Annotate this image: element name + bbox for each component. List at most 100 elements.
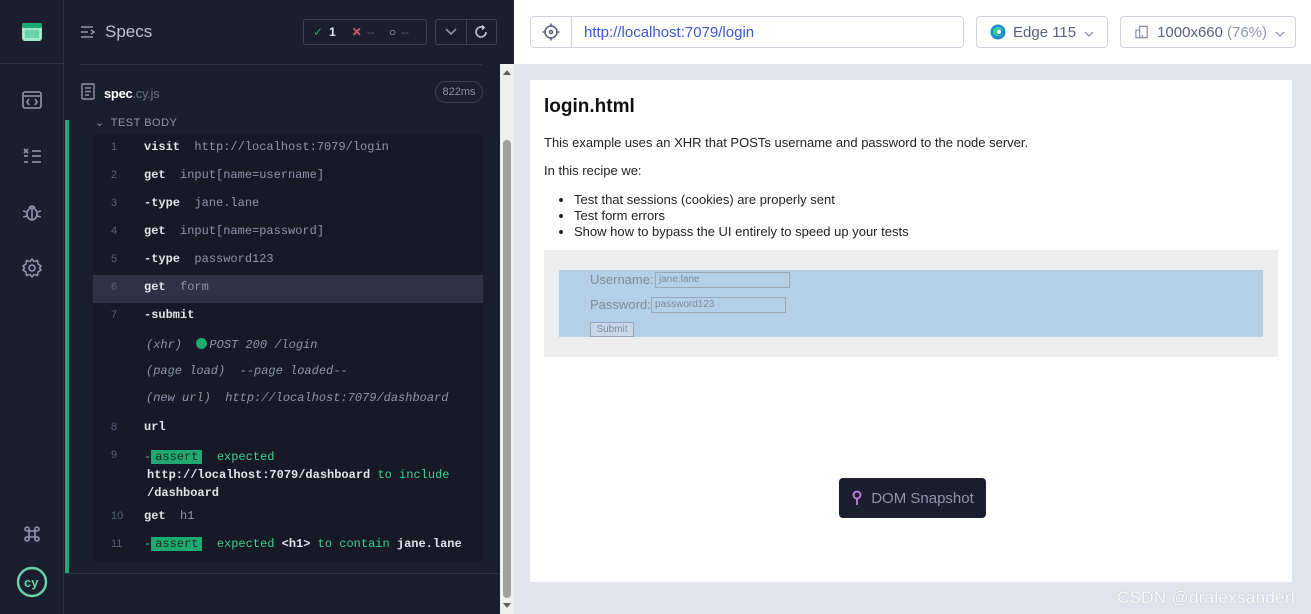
command-number: 3	[111, 197, 118, 209]
assert-message: - assert expected http://localhost:7079/d…	[144, 448, 474, 502]
passed-count: 1	[329, 25, 336, 39]
command-row[interactable]: 2 get input[name=username]	[93, 163, 483, 191]
svg-text:cy: cy	[24, 575, 39, 590]
event-text: --page loaded--	[239, 364, 348, 378]
command-row[interactable]: 8 url	[93, 415, 483, 441]
list-item: Test that sessions (cookies) are properl…	[574, 192, 909, 208]
recipe-list: Test that sessions (cookies) are properl…	[574, 192, 909, 240]
event-text: http://localhost:7079/dashboard	[225, 391, 449, 405]
command-arg: http://localhost:7079/login	[194, 140, 389, 154]
specs-list-icon[interactable]	[20, 144, 44, 168]
spec-filename: spec.cy.js	[104, 86, 160, 101]
assert-expected: expected	[216, 450, 275, 464]
command-name: visit	[144, 140, 181, 154]
app-window-icon	[22, 22, 42, 41]
assert-message: - assert expected <h1> to contain jane.la…	[144, 537, 484, 551]
chevron-down-icon	[1084, 24, 1094, 41]
specs-title[interactable]: Specs	[105, 22, 152, 42]
command-row[interactable]: 5 -type password123	[93, 247, 483, 275]
settings-gear-icon[interactable]	[20, 256, 44, 280]
failed-stat: ✕ --	[352, 25, 375, 39]
assert-row[interactable]: 9 - assert expected http://localhost:7079…	[93, 443, 483, 503]
command-row[interactable]: 10 get h1	[93, 505, 483, 531]
assert-url: http://localhost:7079/dashboard	[147, 468, 371, 482]
command-line: get form	[144, 280, 209, 294]
command-row-selected[interactable]: 6 get form	[93, 275, 483, 303]
debug-bug-icon[interactable]	[20, 200, 44, 224]
command-number: 11	[111, 538, 123, 550]
url-text[interactable]: http://localhost:7079/login	[584, 24, 754, 41]
passed-stat: ✓ 1	[313, 25, 336, 39]
event-text: POST 200 /login	[209, 338, 318, 352]
username-field[interactable]: jane.lane	[655, 272, 790, 288]
event-line: (page load) --page loaded--	[146, 364, 348, 378]
reporter-scrollbar[interactable]	[500, 64, 514, 614]
scrollbar-thumb[interactable]	[503, 140, 511, 598]
test-pass-indicator	[65, 120, 69, 574]
command-name: -type	[144, 196, 181, 210]
command-line: get h1	[144, 509, 194, 523]
pending-count: --	[401, 25, 410, 39]
command-line: get input[name=password]	[144, 224, 324, 238]
command-row[interactable]: 7 -submit	[93, 303, 483, 331]
event-line: (new url) http://localhost:7079/dashboar…	[146, 391, 448, 405]
command-row[interactable]: 4 get input[name=password]	[93, 219, 483, 247]
header-divider	[80, 64, 482, 65]
spec-extension: .cy.js	[132, 86, 160, 101]
cypress-logo-icon[interactable]: cy	[16, 566, 48, 598]
password-field[interactable]: password123	[651, 297, 786, 313]
command-name: url	[144, 420, 166, 434]
event-row-xhr[interactable]: (xhr) POST 200 /login	[93, 333, 483, 359]
dom-snapshot-badge[interactable]: DOM Snapshot	[839, 478, 986, 518]
app-under-test-panel: http://localhost:7079/login Edge 115 100…	[514, 0, 1311, 614]
assert-subject: <h1>	[281, 537, 311, 551]
browser-name: Edge 115	[1013, 23, 1077, 41]
assert-expected: expected	[216, 537, 275, 551]
url-bar[interactable]: http://localhost:7079/login	[530, 16, 964, 48]
specs-menu-icon[interactable]	[80, 24, 96, 45]
command-name: get	[144, 509, 166, 523]
browser-selector[interactable]: Edge 115	[976, 16, 1108, 48]
aut-header: http://localhost:7079/login Edge 115 100…	[514, 0, 1311, 64]
assert-path: /dashboard	[147, 486, 220, 500]
test-body-header[interactable]: ⌄ TEST BODY	[95, 116, 177, 129]
file-icon	[81, 83, 95, 105]
event-row-page-load[interactable]: (page load) --page loaded--	[93, 359, 483, 385]
event-row-new-url[interactable]: (new url) http://localhost:7079/dashboar…	[93, 385, 483, 413]
selector-playground-button[interactable]	[531, 17, 572, 47]
submit-button[interactable]: Submit	[590, 322, 634, 337]
rerun-button[interactable]	[467, 20, 497, 44]
scroll-up-arrow-icon[interactable]	[503, 70, 511, 75]
chevron-down-icon	[445, 28, 457, 36]
command-log: 1 visit http://localhost:7079/login 2 ge…	[93, 135, 483, 561]
crosshair-icon	[542, 23, 560, 41]
watermark-text: CSDN @dralexsanderl	[1117, 588, 1295, 607]
command-arg: password123	[194, 252, 274, 266]
collapse-button[interactable]	[436, 20, 467, 44]
command-number: 4	[111, 225, 118, 237]
spec-row[interactable]: spec.cy.js 822ms	[65, 72, 500, 112]
command-row[interactable]: 3 -type jane.lane	[93, 191, 483, 219]
dom-snapshot-label: DOM Snapshot	[871, 489, 974, 507]
event-kind: (new url)	[146, 391, 211, 405]
command-name: -type	[144, 252, 181, 266]
command-line: get input[name=username]	[144, 168, 324, 182]
event-line: (xhr) POST 200 /login	[146, 338, 317, 352]
assert-row[interactable]: 11 - assert expected <h1> to contain jane…	[93, 533, 483, 559]
command-line: visit http://localhost:7079/login	[144, 140, 389, 154]
scroll-down-arrow-icon[interactable]	[503, 603, 511, 608]
command-number: 10	[111, 510, 124, 522]
runs-icon[interactable]	[20, 88, 44, 112]
keyboard-shortcuts-icon[interactable]	[20, 522, 44, 546]
password-label: Password:	[590, 297, 651, 312]
app-logo[interactable]	[0, 0, 64, 64]
viewport-ruler-icon	[1135, 25, 1148, 39]
reporter-header: Specs ✓ 1 ✕ -- ○ --	[65, 0, 500, 64]
assert-badge: assert	[151, 537, 203, 551]
command-row[interactable]: 1 visit http://localhost:7079/login	[93, 135, 483, 163]
login-form-highlight: Username: jane.lane Password: password12…	[559, 270, 1263, 337]
command-name: -submit	[144, 308, 195, 322]
login-form-container: Username: jane.lane Password: password12…	[544, 250, 1278, 357]
viewport-selector[interactable]: 1000x660 (76%)	[1120, 16, 1296, 48]
command-arg: form	[180, 280, 209, 294]
